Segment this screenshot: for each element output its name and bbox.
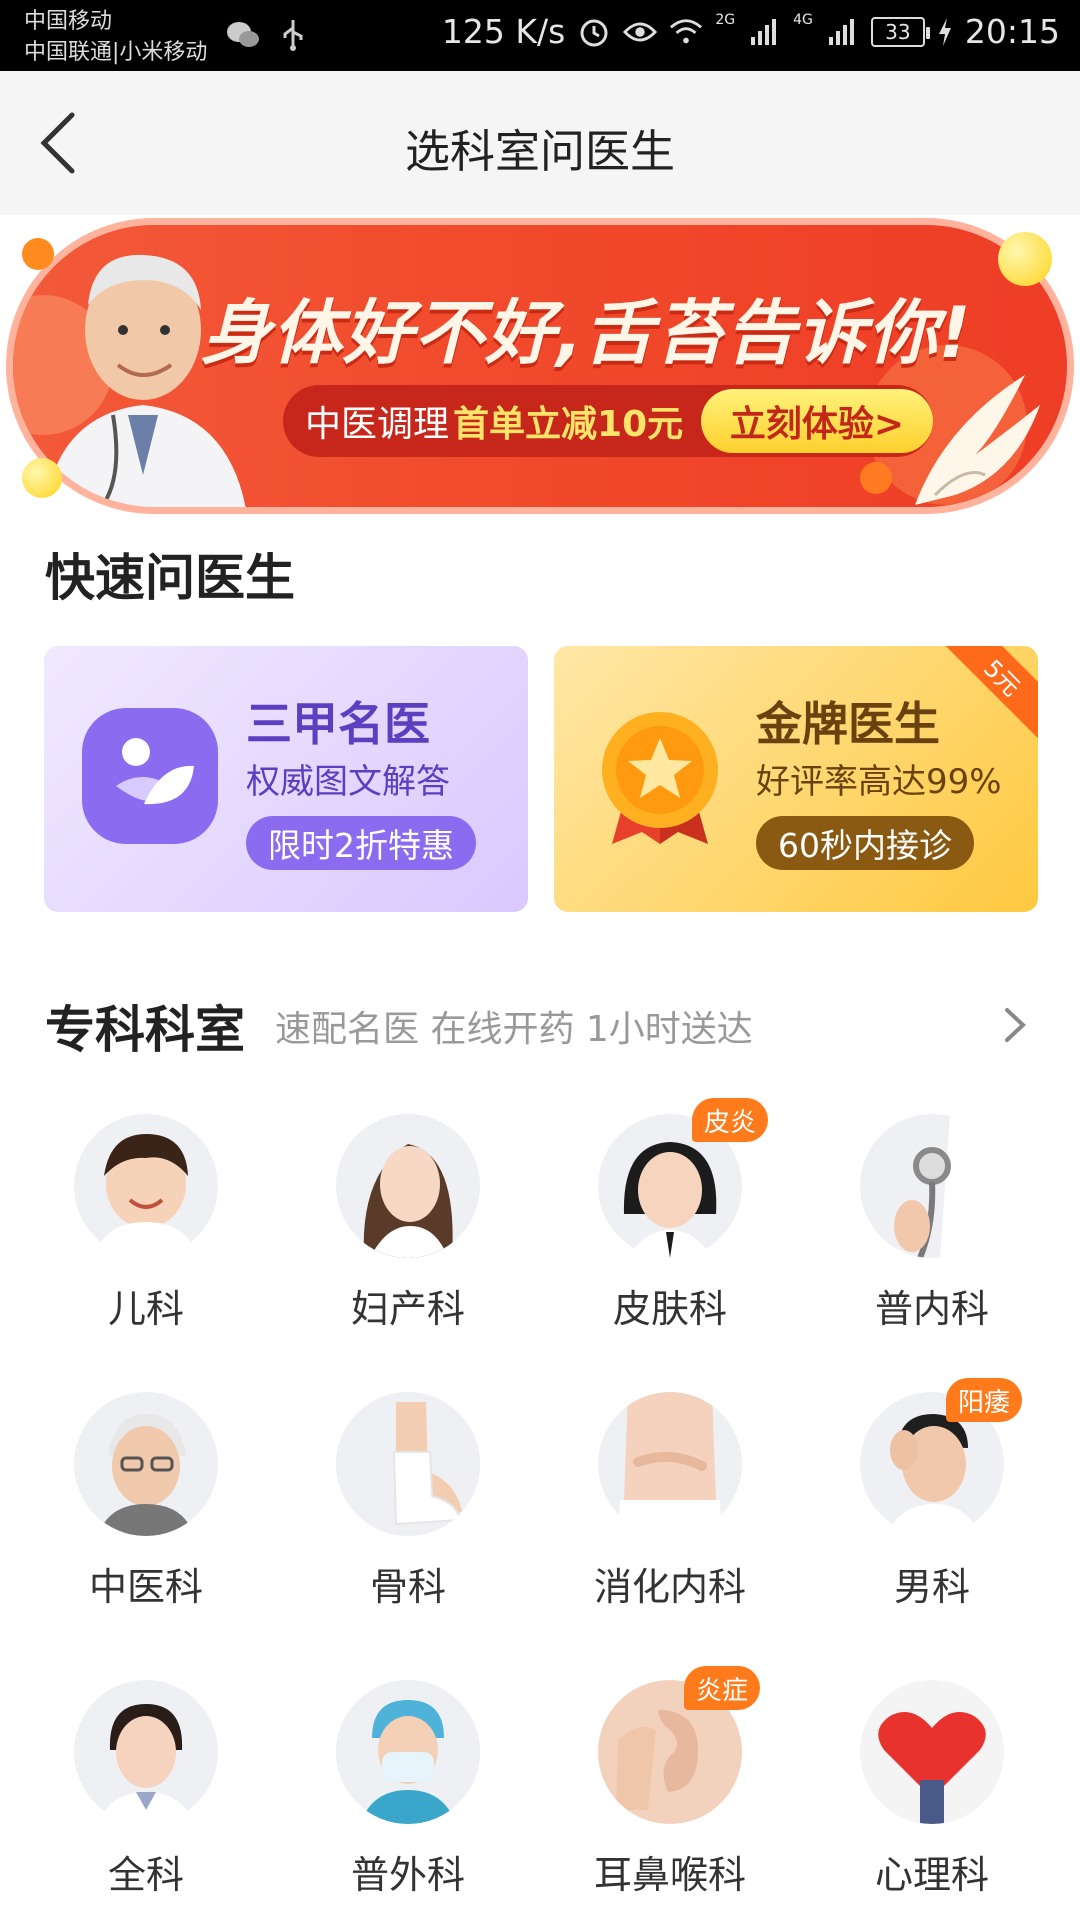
carrier-2: 中国联通|小米移动: [24, 40, 208, 65]
general-practice-avatar: [74, 1680, 218, 1824]
internal-medicine-avatar: [860, 1114, 1004, 1258]
carrier-1: 中国移动: [24, 9, 113, 34]
dept-ent[interactable]: 耳鼻喉科: [568, 1680, 768, 1910]
dept-label: 心理科: [874, 1853, 989, 1897]
dept-label: 儿科: [107, 1287, 184, 1331]
signal-icon-1: [747, 15, 781, 49]
notification-icons: [226, 18, 310, 52]
specialty-header[interactable]: 专科科室 速配名医 在线开药 1小时送达: [45, 990, 1035, 1060]
dept-gastroenterology[interactable]: 消化内科: [568, 1392, 768, 1622]
ent-tag: 炎症: [684, 1666, 761, 1710]
signal-4g-label: 4G: [793, 12, 813, 28]
status-right: 125 K/s 2G 4G 33 20:15: [442, 12, 1060, 51]
gastroenterology-avatar: [598, 1392, 742, 1536]
gold-medal-doctor-card[interactable]: 金牌医生 好评率高达99% 60秒内接诊 5元: [554, 646, 1038, 912]
dept-tcm[interactable]: 中医科: [44, 1392, 244, 1622]
eye-icon: [623, 15, 658, 49]
dept-andrology[interactable]: 男科: [830, 1392, 1030, 1622]
dept-label: 中医科: [88, 1565, 203, 1609]
clock: 20:15: [964, 12, 1060, 51]
card-subtitle: 权威图文解答: [246, 762, 450, 802]
wechat-icon: [226, 18, 260, 52]
crane-illustration: [915, 375, 1040, 505]
dept-internal-medicine[interactable]: 普内科: [830, 1114, 1030, 1344]
dept-general-practice[interactable]: 全科: [44, 1680, 244, 1910]
signal-2g-label: 2G: [715, 12, 736, 28]
charging-icon: [937, 15, 953, 49]
general-surgery-avatar: [336, 1680, 480, 1824]
medal-icon: [602, 712, 718, 844]
price-corner-tag: 5元: [940, 646, 1038, 740]
banner-offer-highlight: 首单立减10元: [453, 404, 684, 445]
dept-label: 普外科: [350, 1853, 465, 1897]
usb-icon: [276, 18, 310, 52]
status-bar: 中国移动 中国联通|小米移动 125 K/s 2G 4G 33 20:15: [0, 0, 1080, 71]
dept-label: 骨科: [369, 1565, 446, 1609]
dept-label: 男科: [893, 1565, 970, 1609]
dept-label: 消化内科: [593, 1565, 746, 1609]
dept-label: 普内科: [874, 1287, 989, 1331]
card-subtitle: 好评率高达99%: [756, 762, 1002, 802]
wifi-icon: [669, 15, 703, 49]
card-title: 三甲名医: [246, 697, 430, 751]
top-hospital-doctor-card[interactable]: 三甲名医 权威图文解答 限时2折特惠: [44, 646, 528, 912]
card-promo-pill: 限时2折特惠: [246, 816, 476, 870]
tcm-avatar: [74, 1392, 218, 1536]
navigation-bar: 选科室问医生: [0, 71, 1080, 215]
dept-label: 妇产科: [350, 1287, 465, 1331]
orthopedics-avatar: [336, 1392, 480, 1536]
try-now-button[interactable]: 立刻体验>: [701, 389, 933, 453]
pediatrics-avatar: [74, 1114, 218, 1258]
dermatology-tag: 皮炎: [692, 1098, 769, 1142]
specialty-subtitle: 速配名医 在线开药 1小时送达: [275, 1009, 753, 1050]
card-title: 金牌医生: [756, 697, 940, 751]
network-speed: 125 K/s: [441, 12, 566, 51]
doctor-leaf-icon: [82, 708, 218, 844]
dept-pediatrics[interactable]: 儿科: [44, 1114, 244, 1344]
battery-icon: 33: [870, 16, 930, 47]
obgyn-avatar: [336, 1114, 480, 1258]
alarm-icon: [577, 15, 611, 49]
dept-label: 皮肤科: [612, 1287, 727, 1331]
dept-label: 全科: [107, 1853, 184, 1897]
decor-dot: [22, 238, 54, 270]
dept-general-surgery[interactable]: 普外科: [306, 1680, 506, 1910]
dept-label: 耳鼻喉科: [593, 1853, 746, 1897]
battery-level: 33: [885, 19, 911, 44]
specialty-title: 专科科室: [45, 1001, 245, 1059]
decor-dot: [22, 458, 62, 498]
dept-dermatology[interactable]: 皮肤科: [568, 1114, 768, 1344]
carrier-info: 中国移动 中国联通|小米移动: [24, 6, 207, 68]
banner-headline: 身体好不好,舌苔告诉你!: [201, 292, 972, 374]
card-promo-pill: 60秒内接诊: [756, 816, 974, 870]
dept-psychology[interactable]: 心理科: [830, 1680, 1030, 1910]
banner-offer-text: 中医调理: [305, 404, 450, 445]
dept-orthopedics[interactable]: 骨科: [306, 1392, 506, 1622]
decor-dot: [860, 462, 892, 494]
signal-icon-2: [825, 15, 859, 49]
andrology-tag: 阳痿: [946, 1378, 1023, 1422]
quick-ask-title: 快速问医生: [45, 549, 295, 607]
dept-obgyn[interactable]: 妇产科: [306, 1114, 506, 1344]
chevron-right-icon: [1005, 1008, 1026, 1042]
page-title: 选科室问医生: [404, 125, 675, 178]
decor-dot: [998, 232, 1052, 286]
psychology-avatar: [860, 1680, 1004, 1824]
promo-banner[interactable]: 身体好不好,舌苔告诉你! 中医调理 首单立减10元 立刻体验>: [6, 218, 1074, 514]
